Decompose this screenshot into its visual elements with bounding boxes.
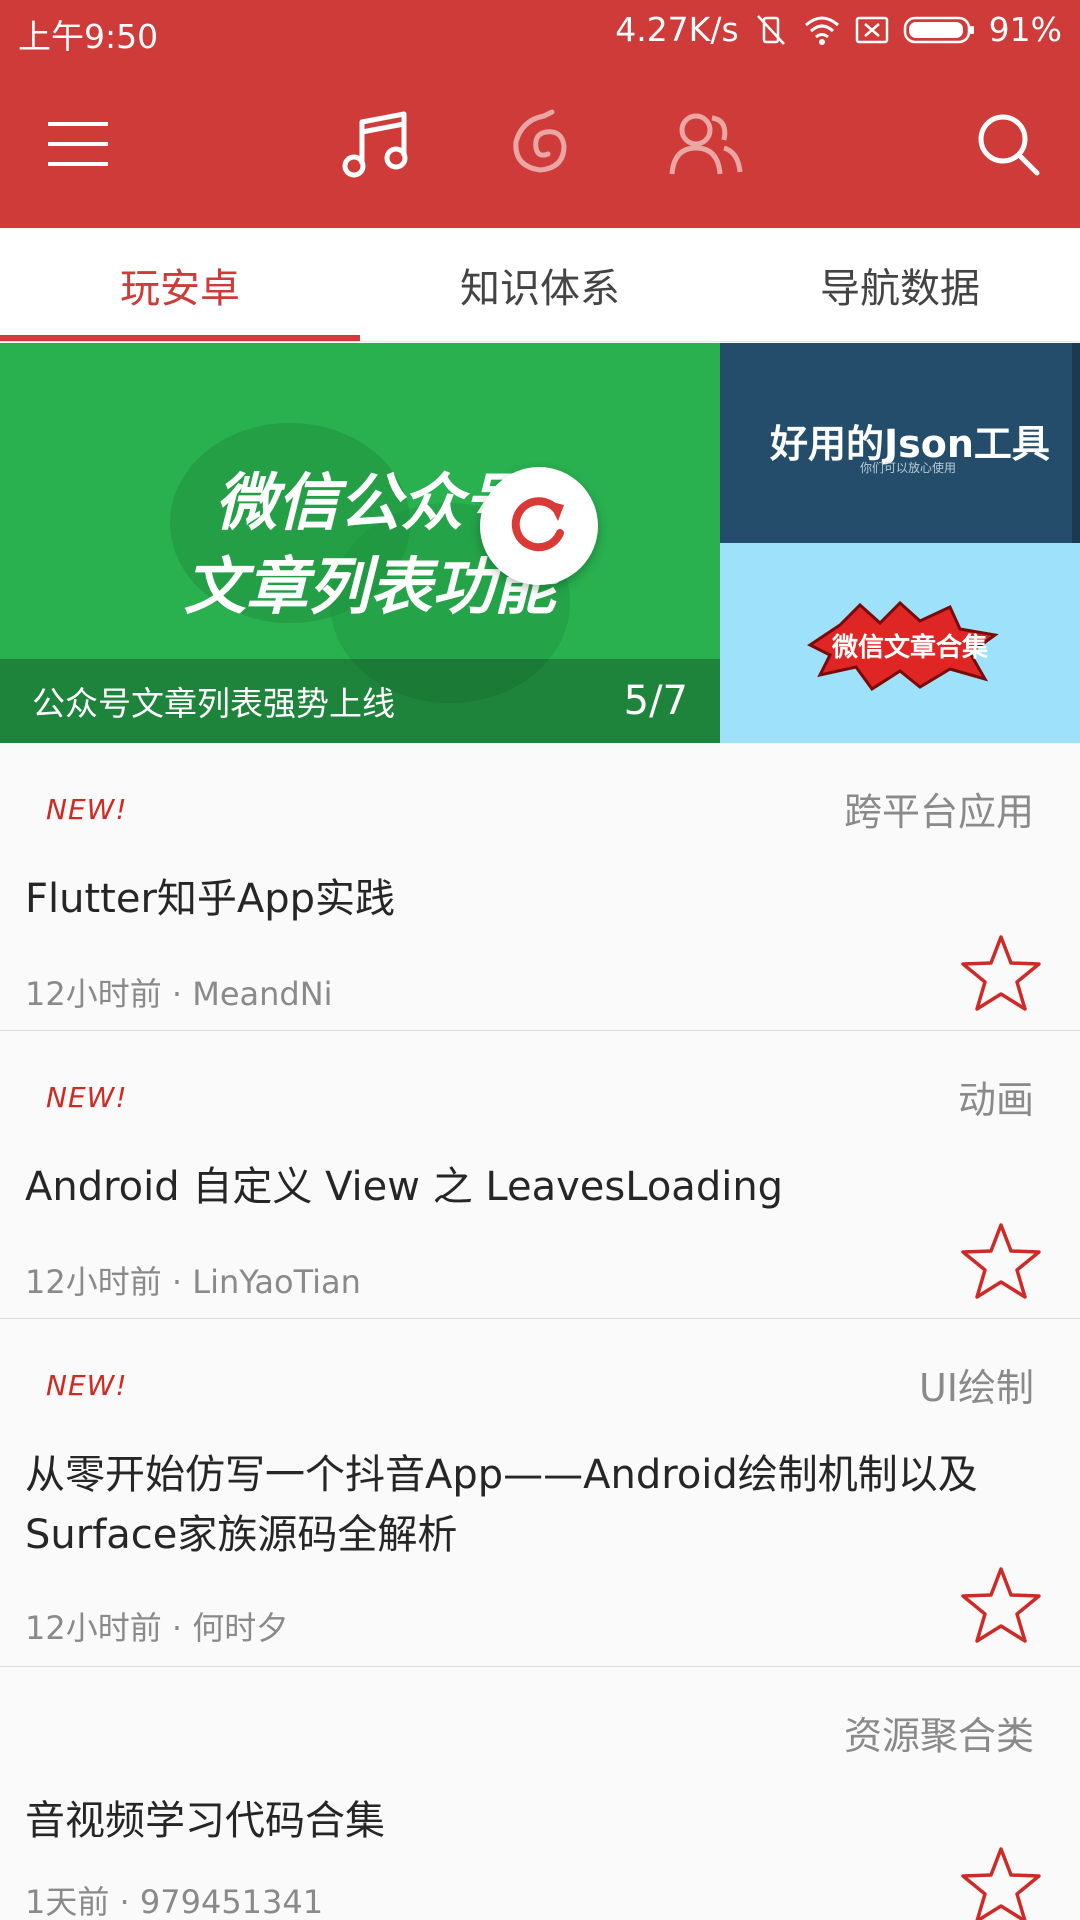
menu-icon[interactable] bbox=[38, 104, 118, 184]
network-speed: 4.27K/s bbox=[615, 10, 739, 49]
banner-carousel[interactable]: 微信公众号 文章列表功能 公众号文章列表强势上线 5/7 好用的Json工具 你… bbox=[0, 343, 1080, 743]
tab-navigation-data[interactable]: 导航数据 bbox=[720, 228, 1080, 341]
side-slide-subtitle: 你们可以放心使用 bbox=[860, 461, 957, 475]
article-list: NEW! 跨平台应用 Flutter知乎App实践 12小时前 · MeandN… bbox=[0, 743, 1080, 1920]
music-icon[interactable] bbox=[336, 104, 416, 184]
refresh-button[interactable] bbox=[480, 467, 598, 585]
app-header bbox=[0, 62, 1080, 228]
banner-caption: 公众号文章列表强势上线 bbox=[32, 684, 395, 723]
star-icon[interactable] bbox=[960, 1221, 1042, 1301]
article-category[interactable]: UI绘制 bbox=[919, 1357, 1034, 1412]
article-card[interactable]: NEW! 跨平台应用 Flutter知乎App实践 12小时前 · MeandN… bbox=[0, 743, 1080, 1031]
article-meta: 1天前 · 979451341 bbox=[25, 1883, 324, 1920]
banner-caption-bar: 公众号文章列表强势上线 5/7 bbox=[0, 659, 720, 743]
refresh-icon bbox=[511, 497, 564, 552]
search-icon[interactable] bbox=[968, 104, 1048, 184]
new-badge: NEW! bbox=[46, 1081, 128, 1114]
tab-knowledge-system[interactable]: 知识体系 bbox=[360, 228, 720, 341]
article-title[interactable]: 从零开始仿写一个抖音App——Android绘制机制以及Surface家族源码全… bbox=[25, 1445, 1025, 1565]
article-meta: 12小时前 · MeandNi bbox=[25, 975, 333, 1013]
article-category[interactable]: 动画 bbox=[958, 1069, 1034, 1124]
banner-slide-main[interactable]: 微信公众号 文章列表功能 公众号文章列表强势上线 5/7 bbox=[0, 343, 720, 743]
banner-slide-wechat-collection[interactable]: 微信文章合集 bbox=[720, 543, 1080, 743]
sim-off-icon bbox=[855, 15, 889, 45]
star-icon[interactable] bbox=[960, 933, 1042, 1013]
friends-icon[interactable] bbox=[666, 104, 746, 184]
battery-percent: 91% bbox=[988, 10, 1062, 49]
netease-icon[interactable] bbox=[500, 104, 580, 184]
new-badge: NEW! bbox=[46, 793, 128, 826]
banner-slide-json-tool[interactable]: 好用的Json工具 你们可以放心使用 bbox=[720, 343, 1080, 543]
article-meta: 12小时前 · 何时夕 bbox=[25, 1609, 289, 1647]
tab-wan-android[interactable]: 玩安卓 bbox=[0, 228, 360, 341]
article-card[interactable]: 资源聚合类 音视频学习代码合集 1天前 · 979451341 bbox=[0, 1667, 1080, 1920]
article-title[interactable]: 音视频学习代码合集 bbox=[25, 1791, 1025, 1851]
article-category[interactable]: 跨平台应用 bbox=[844, 781, 1034, 836]
status-bar: 上午9:50 4.27K/s 91% bbox=[0, 0, 1080, 62]
banner-scroll-indicator bbox=[1072, 343, 1080, 543]
status-right: 4.27K/s 91% bbox=[615, 10, 1062, 49]
article-category[interactable]: 资源聚合类 bbox=[844, 1705, 1034, 1760]
status-time: 上午9:50 bbox=[18, 17, 159, 56]
wifi-icon bbox=[803, 13, 841, 47]
star-icon[interactable] bbox=[960, 1845, 1042, 1920]
new-badge: NEW! bbox=[46, 1369, 128, 1402]
article-title[interactable]: Flutter知乎App实践 bbox=[25, 869, 1025, 929]
tab-bar: 玩安卓 知识体系 导航数据 bbox=[0, 228, 1080, 342]
vibrate-off-icon bbox=[753, 12, 789, 48]
star-icon[interactable] bbox=[960, 1565, 1042, 1645]
article-meta: 12小时前 · LinYaoTian bbox=[25, 1263, 361, 1301]
battery-icon bbox=[903, 15, 975, 45]
side-slide-label: 微信文章合集 bbox=[832, 633, 989, 663]
article-card[interactable]: NEW! UI绘制 从零开始仿写一个抖音App——Android绘制机制以及Su… bbox=[0, 1319, 1080, 1667]
article-title[interactable]: Android 自定义 View 之 LeavesLoading bbox=[25, 1157, 1025, 1217]
banner-counter: 5/7 bbox=[623, 678, 688, 724]
article-card[interactable]: NEW! 动画 Android 自定义 View 之 LeavesLoading… bbox=[0, 1031, 1080, 1319]
